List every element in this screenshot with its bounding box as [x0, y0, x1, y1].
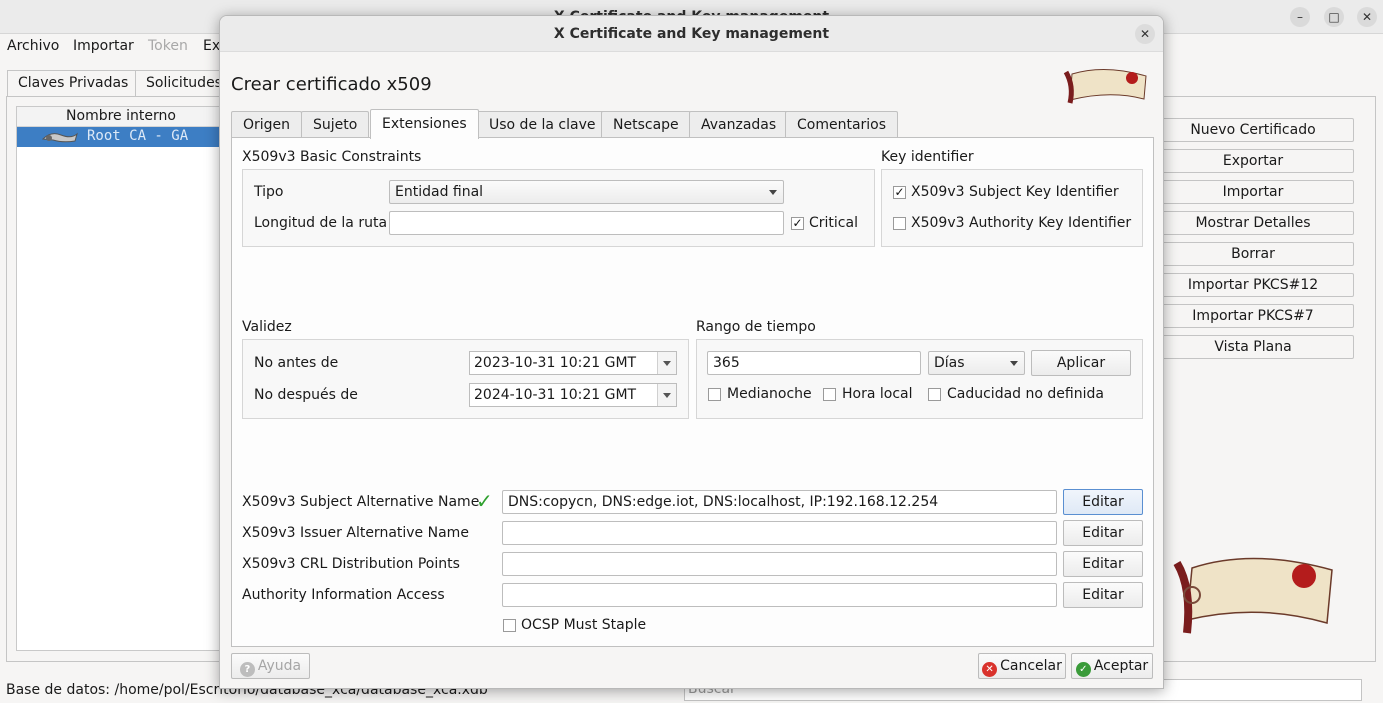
certificate-scroll-icon	[41, 129, 79, 149]
not-after-label: No después de	[254, 387, 358, 403]
midnight-checkbox[interactable]	[708, 388, 721, 401]
new-certificate-button[interactable]: Nuevo Certificado	[1152, 118, 1354, 142]
validity-label: Validez	[242, 319, 292, 335]
dialog-title: X Certificate and Key management	[553, 26, 830, 42]
midnight-label: Medianoche	[727, 386, 812, 402]
critical-label: Critical	[809, 215, 858, 231]
san-input[interactable]: DNS:copycn, DNS:edge.iot, DNS:localhost,…	[502, 490, 1057, 514]
create-certificate-dialog: X Certificate and Key management ✕ Crear…	[219, 15, 1164, 689]
time-range-input[interactable]: 365	[707, 351, 921, 375]
key-identifier-group	[881, 169, 1143, 247]
close-button[interactable]: ✕	[1357, 7, 1377, 27]
not-after-datetime[interactable]: 2024-10-31 10:21 GMT	[469, 383, 677, 407]
certificate-list[interactable]: Nombre interno Root CA - GA	[16, 106, 226, 651]
authority-key-identifier-label: X509v3 Authority Key Identifier	[911, 215, 1132, 231]
valid-checkmark-icon: ✓	[476, 489, 493, 513]
accept-button[interactable]: ✓ Aceptar	[1071, 653, 1153, 679]
chevron-down-icon	[1010, 361, 1018, 366]
aia-label: Authority Information Access	[242, 587, 445, 603]
list-item-label: Root CA - GA	[87, 128, 189, 144]
import-pkcs12-button[interactable]: Importar PKCS#12	[1152, 273, 1354, 297]
edit-ian-button[interactable]: Editar	[1063, 520, 1143, 546]
subject-key-identifier-checkbox[interactable]: ✓	[893, 186, 906, 199]
chevron-down-icon	[769, 190, 777, 195]
accept-button-label: Aceptar	[1093, 658, 1149, 674]
not-before-label: No antes de	[254, 355, 339, 371]
ian-input[interactable]	[502, 521, 1057, 545]
accept-icon: ✓	[1075, 662, 1091, 677]
tab-sujeto[interactable]: Sujeto	[301, 111, 370, 138]
time-unit-value: Días	[934, 355, 965, 371]
minimize-button[interactable]: –	[1290, 7, 1310, 27]
list-header-nombre-interno[interactable]: Nombre interno	[17, 107, 225, 127]
flat-view-button[interactable]: Vista Plana	[1152, 335, 1354, 359]
xca-logo-icon	[1162, 548, 1342, 642]
local-time-label: Hora local	[842, 386, 913, 402]
tab-extensiones[interactable]: Extensiones	[370, 109, 479, 139]
import-pkcs7-button[interactable]: Importar PKCS#7	[1152, 304, 1354, 328]
help-button[interactable]: ? Ayuda	[231, 653, 310, 679]
subject-key-identifier-label: X509v3 Subject Key Identifier	[911, 184, 1119, 200]
cancel-button[interactable]: ✕ Cancelar	[978, 653, 1066, 679]
path-length-input[interactable]	[389, 211, 784, 235]
list-item[interactable]: Root CA - GA	[17, 127, 225, 147]
tipo-label: Tipo	[254, 184, 284, 200]
cancel-button-label: Cancelar	[1000, 658, 1062, 674]
time-range-label: Rango de tiempo	[696, 319, 816, 335]
not-before-value: 2023-10-31 10:21 GMT	[474, 355, 637, 371]
tab-origen[interactable]: Origen	[231, 111, 303, 138]
help-icon: ?	[239, 662, 255, 677]
import-button[interactable]: Importar	[1152, 180, 1354, 204]
crl-input[interactable]	[502, 552, 1057, 576]
edit-crl-button[interactable]: Editar	[1063, 551, 1143, 577]
critical-checkbox[interactable]: ✓	[791, 217, 804, 230]
tipo-select-value: Entidad final	[395, 184, 484, 200]
menu-extra[interactable]: Ex	[203, 38, 220, 54]
delete-button[interactable]: Borrar	[1152, 242, 1354, 266]
help-button-label: Ayuda	[257, 658, 302, 674]
time-unit-select[interactable]: Días	[928, 351, 1025, 375]
dialog-titlebar: X Certificate and Key management ✕	[220, 16, 1163, 52]
menu-token[interactable]: Token	[148, 38, 188, 54]
san-label: X509v3 Subject Alternative Name	[242, 494, 480, 510]
not-after-value: 2024-10-31 10:21 GMT	[474, 387, 637, 403]
undefined-expiry-checkbox[interactable]	[928, 388, 941, 401]
basic-constraints-label: X509v3 Basic Constraints	[242, 149, 422, 165]
show-details-button[interactable]: Mostrar Detalles	[1152, 211, 1354, 235]
ian-label: X509v3 Issuer Alternative Name	[242, 525, 469, 541]
menu-archivo[interactable]: Archivo	[7, 38, 59, 54]
export-button[interactable]: Exportar	[1152, 149, 1354, 173]
chevron-down-icon	[663, 361, 671, 366]
apply-button[interactable]: Aplicar	[1031, 350, 1131, 376]
tipo-select[interactable]: Entidad final	[389, 180, 784, 204]
page-title: Crear certificado x509	[231, 74, 432, 95]
tab-comentarios[interactable]: Comentarios	[785, 111, 899, 138]
not-after-dropdown[interactable]	[657, 384, 676, 406]
chevron-down-icon	[663, 393, 671, 398]
key-identifier-label: Key identifier	[881, 149, 974, 165]
certificate-scroll-logo-icon	[1060, 66, 1150, 108]
maximize-button[interactable]: □	[1324, 7, 1344, 27]
not-before-dropdown[interactable]	[657, 352, 676, 374]
tab-uso-de-la-clave[interactable]: Uso de la clave	[477, 111, 608, 138]
ocsp-must-staple-checkbox[interactable]	[503, 619, 516, 632]
path-length-label: Longitud de la ruta	[254, 215, 388, 231]
menu-importar[interactable]: Importar	[73, 38, 134, 54]
tab-netscape[interactable]: Netscape	[601, 111, 691, 138]
authority-key-identifier-checkbox[interactable]	[893, 217, 906, 230]
cancel-icon: ✕	[982, 662, 998, 677]
undefined-expiry-label: Caducidad no definida	[947, 386, 1104, 402]
dialog-close-button[interactable]: ✕	[1135, 24, 1155, 44]
crl-label: X509v3 CRL Distribution Points	[242, 556, 460, 572]
tab-claves-privadas[interactable]: Claves Privadas	[7, 70, 140, 96]
local-time-checkbox[interactable]	[823, 388, 836, 401]
aia-input[interactable]	[502, 583, 1057, 607]
edit-aia-button[interactable]: Editar	[1063, 582, 1143, 608]
ocsp-must-staple-label: OCSP Must Staple	[521, 617, 647, 633]
not-before-datetime[interactable]: 2023-10-31 10:21 GMT	[469, 351, 677, 375]
edit-san-button[interactable]: Editar	[1063, 489, 1143, 515]
tab-avanzadas[interactable]: Avanzadas	[689, 111, 789, 138]
